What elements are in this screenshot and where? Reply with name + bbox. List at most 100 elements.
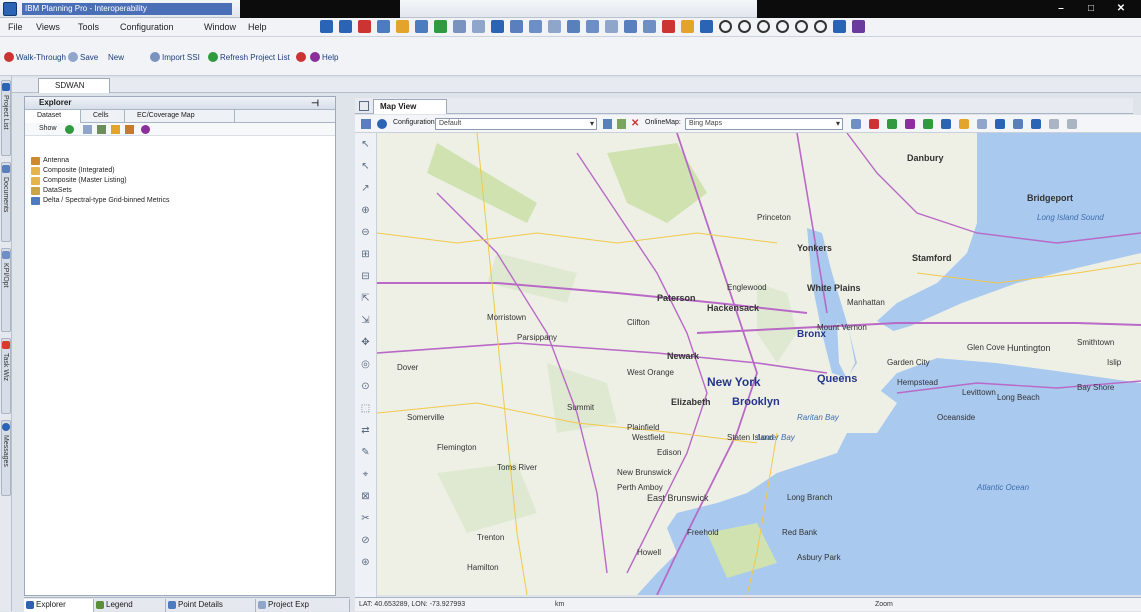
toolbar-tool-icon[interactable]	[529, 20, 542, 33]
toolbar-tool-icon[interactable]	[586, 20, 599, 33]
toolbar-tool-icon[interactable]	[814, 20, 827, 33]
tree-item-antenna[interactable]: Antenna	[31, 157, 69, 165]
map-tool-button[interactable]: ⬚	[360, 403, 371, 414]
show-dropdown[interactable]: Show	[39, 125, 57, 132]
map-tool-icon[interactable]	[1049, 119, 1059, 129]
tab-dataset[interactable]: Dataset	[25, 110, 81, 123]
save-button[interactable]: Save	[80, 53, 98, 62]
map-tool-icon[interactable]	[1067, 119, 1077, 129]
bottom-tab-project-exp[interactable]: Project Exp	[256, 599, 350, 612]
toolbar-tool-icon[interactable]	[320, 20, 333, 33]
dock-tab-documents[interactable]: Documents	[1, 162, 11, 242]
toolbar-tool-icon[interactable]	[605, 20, 618, 33]
toolbar-tool-icon[interactable]	[358, 20, 371, 33]
map-tool-icon[interactable]	[995, 119, 1005, 129]
map-tool-button[interactable]: ⊠	[360, 491, 371, 502]
toolbar-tool-icon[interactable]	[757, 20, 770, 33]
map-tool-button[interactable]: ⊛	[360, 557, 371, 568]
maximize-button[interactable]: □	[1078, 1, 1104, 17]
map-tool-button[interactable]: ⊟	[360, 271, 371, 282]
close-button[interactable]: ✕	[1108, 1, 1134, 17]
map-tool-button[interactable]: ⇲	[360, 315, 371, 326]
bottom-tab-point-details[interactable]: Point Details	[166, 599, 256, 612]
walkthrough-button[interactable]: Walk-Through	[16, 53, 66, 62]
menu-views[interactable]: Views	[36, 22, 60, 32]
edit-config-icon[interactable]	[617, 119, 626, 129]
export-icon[interactable]	[125, 125, 134, 134]
toolbar-tool-icon[interactable]	[852, 20, 865, 33]
tab-cells[interactable]: Cells	[81, 110, 125, 123]
toolbar-tool-icon[interactable]	[795, 20, 808, 33]
map-tool-button[interactable]: ↖	[360, 139, 371, 150]
map-tool-icon[interactable]	[851, 119, 861, 129]
help-icon[interactable]	[141, 125, 150, 134]
toolbar-tool-icon[interactable]	[719, 20, 732, 33]
configuration-select[interactable]: Default	[435, 118, 597, 130]
tree-item-composite-master[interactable]: Composite (Master Listing)	[31, 177, 127, 185]
tree-item-delta-metrics[interactable]: Delta / Spectral-type Grid-binned Metric…	[31, 197, 169, 205]
map-tool-icon[interactable]	[1013, 119, 1023, 129]
map-tool-button[interactable]: ⊞	[360, 249, 371, 260]
bottom-tab-explorer[interactable]: Explorer	[24, 599, 94, 612]
map-tool-icon[interactable]	[905, 119, 915, 129]
help-button[interactable]: Help	[322, 53, 338, 62]
map-tool-icon[interactable]	[1031, 119, 1041, 129]
import-button[interactable]: Import SSI	[162, 53, 200, 62]
toolbar-tool-icon[interactable]	[700, 20, 713, 33]
dock-tab-messages[interactable]: Messages	[1, 420, 11, 496]
delete-config-icon[interactable]: ✕	[631, 118, 639, 129]
toolbar-tool-icon[interactable]	[662, 20, 675, 33]
map-tool-icon[interactable]	[941, 119, 951, 129]
map-tool-icon[interactable]	[977, 119, 987, 129]
map-view-tab[interactable]: Map View	[373, 99, 447, 114]
menu-help[interactable]: Help	[248, 22, 267, 32]
map-tool-button[interactable]: ✥	[360, 337, 371, 348]
add-icon[interactable]	[65, 125, 74, 134]
save-config-icon[interactable]	[603, 119, 612, 129]
map-tool-button[interactable]: ⊘	[360, 535, 371, 546]
toolbar-tool-icon[interactable]	[567, 20, 580, 33]
menu-tools[interactable]: Tools	[78, 22, 99, 32]
toolbar-tool-icon[interactable]	[510, 20, 523, 33]
toolbar-tool-icon[interactable]	[339, 20, 352, 33]
toolbar-tool-icon[interactable]	[833, 20, 846, 33]
map-tool-button[interactable]: ↖	[360, 161, 371, 172]
toolbar-tool-icon[interactable]	[643, 20, 656, 33]
map-tool-button[interactable]: ◎	[360, 359, 371, 370]
dock-tab-project-list[interactable]: Project List	[1, 80, 11, 156]
map-tool-button[interactable]: ⊖	[360, 227, 371, 238]
tab-coverage-map[interactable]: EC/Coverage Map	[125, 110, 235, 123]
map-tool-button[interactable]: ⊕	[360, 205, 371, 216]
map-tool-icon[interactable]	[887, 119, 897, 129]
tree-item-composite-integrated[interactable]: Composite (Integrated)	[31, 167, 115, 175]
folder-icon[interactable]	[111, 125, 120, 134]
map-tool-button[interactable]: ⇱	[360, 293, 371, 304]
map-tool-button[interactable]: ✎	[360, 447, 371, 458]
project-tab[interactable]: SDWAN	[38, 78, 110, 93]
map-canvas[interactable]: New York Brooklyn Queens Bronx Elizabeth Newa…	[377, 133, 1141, 595]
toolbar-tool-icon[interactable]	[491, 20, 504, 33]
pin-panel-icon[interactable]: ⊣	[311, 97, 319, 109]
menu-configuration[interactable]: Configuration	[120, 22, 174, 32]
layers-icon[interactable]	[361, 119, 371, 129]
toolbar-tool-icon[interactable]	[415, 20, 428, 33]
bottom-tab-legend[interactable]: Legend	[94, 599, 166, 612]
dock-tab-kpi[interactable]: KPI/Opt	[1, 248, 11, 332]
map-tool-button[interactable]: ⌖	[360, 469, 371, 480]
toolbar-tool-icon[interactable]	[434, 20, 447, 33]
toolbar-tool-icon[interactable]	[453, 20, 466, 33]
map-tool-icon[interactable]	[923, 119, 933, 129]
map-tool-button[interactable]: ⇄	[360, 425, 371, 436]
filter-icon[interactable]	[97, 125, 106, 134]
edit-icon[interactable]	[83, 125, 92, 134]
map-tool-button[interactable]: ✂	[360, 513, 371, 524]
toolbar-tool-icon[interactable]	[624, 20, 637, 33]
toolbar-tool-icon[interactable]	[738, 20, 751, 33]
globe-icon[interactable]	[377, 119, 387, 129]
new-button[interactable]: New	[108, 53, 124, 62]
menu-file[interactable]: File	[8, 22, 23, 32]
dock-tab-task-wizard[interactable]: Task Wiz	[1, 338, 11, 414]
toolbar-tool-icon[interactable]	[776, 20, 789, 33]
toolbar-tool-icon[interactable]	[681, 20, 694, 33]
online-map-select[interactable]: Bing Maps	[685, 118, 843, 130]
